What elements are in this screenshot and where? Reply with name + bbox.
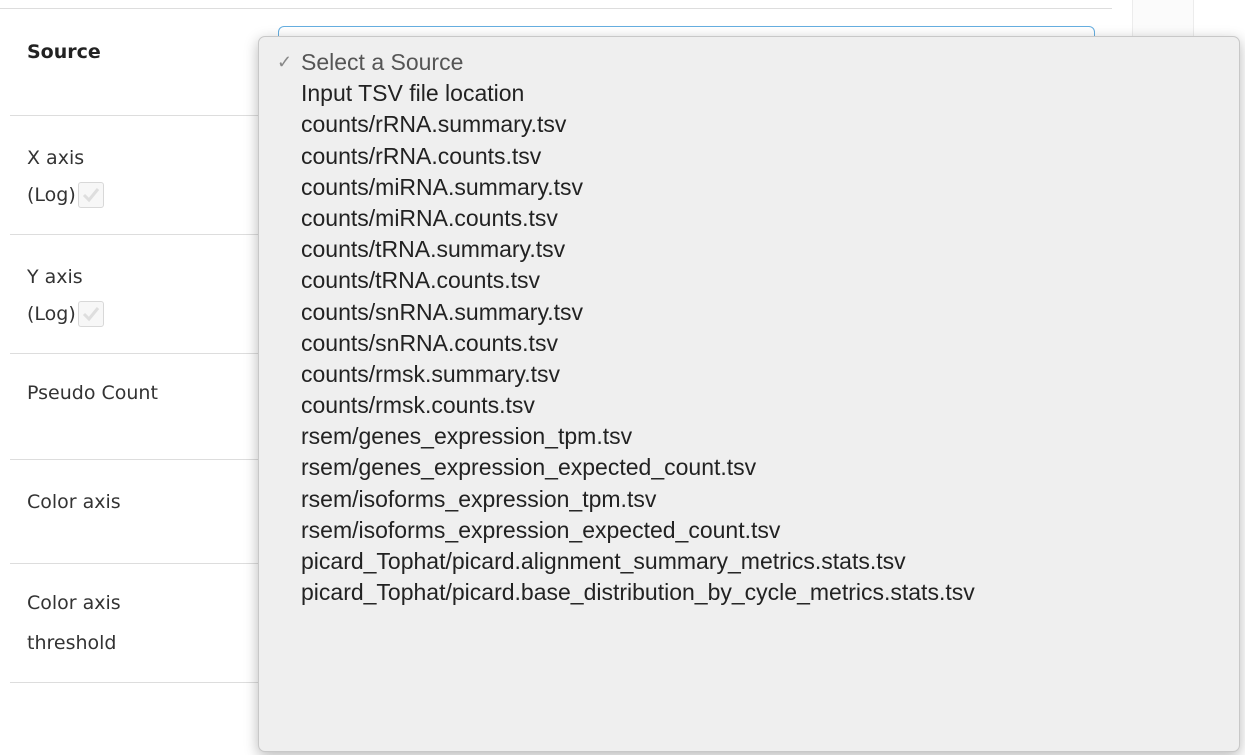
checkmark-icon — [82, 307, 99, 322]
dropdown-option[interactable]: counts/tRNA.summary.tsv — [259, 234, 1239, 265]
dropdown-option[interactable]: counts/rRNA.counts.tsv — [259, 141, 1239, 172]
dropdown-option[interactable]: rsem/isoforms_expression_expected_count.… — [259, 515, 1239, 546]
dropdown-option[interactable]: rsem/genes_expression_expected_count.tsv — [259, 452, 1239, 483]
x-axis-log-checkbox[interactable] — [77, 182, 104, 208]
x-axis-label: X axis — [27, 147, 85, 169]
dropdown-option[interactable]: picard_Tophat/picard.alignment_summary_m… — [259, 546, 1239, 577]
y-axis-log-checkbox[interactable] — [77, 301, 104, 327]
dropdown-option[interactable]: counts/rRNA.summary.tsv — [259, 109, 1239, 140]
dropdown-option-placeholder[interactable]: ✓ Select a Source — [259, 47, 1239, 78]
color-axis-threshold-label: Color axis — [27, 592, 121, 614]
dropdown-option[interactable]: counts/miRNA.counts.tsv — [259, 203, 1239, 234]
x-axis-log-label: (Log) — [27, 184, 76, 206]
dropdown-option[interactable]: counts/tRNA.counts.tsv — [259, 265, 1239, 296]
dropdown-option[interactable]: counts/rmsk.counts.tsv — [259, 390, 1239, 421]
option-label: Select a Source — [301, 49, 464, 75]
source-dropdown-list[interactable]: ✓ Select a Source Input TSV file locatio… — [258, 36, 1240, 752]
color-axis-label: Color axis — [27, 491, 121, 513]
x-axis-log-line: (Log) — [27, 178, 104, 212]
dropdown-option[interactable]: rsem/isoforms_expression_tpm.tsv — [259, 484, 1239, 515]
pseudo-count-label: Pseudo Count — [27, 382, 158, 404]
dropdown-option[interactable]: counts/snRNA.counts.tsv — [259, 328, 1239, 359]
y-axis-label: Y axis — [27, 266, 83, 288]
source-label: Source — [27, 41, 101, 63]
color-axis-threshold-sublabel: threshold — [27, 632, 117, 654]
y-axis-log-label: (Log) — [27, 303, 76, 325]
panel-scrollbar[interactable] — [1132, 0, 1194, 40]
dropdown-option[interactable]: Input TSV file location — [259, 78, 1239, 109]
dropdown-option[interactable]: counts/snRNA.summary.tsv — [259, 297, 1239, 328]
dropdown-option[interactable]: rsem/genes_expression_tpm.tsv — [259, 421, 1239, 452]
dropdown-option[interactable]: picard_Tophat/picard.base_distribution_b… — [259, 577, 1239, 608]
dropdown-option[interactable]: counts/rmsk.summary.tsv — [259, 359, 1239, 390]
y-axis-log-line: (Log) — [27, 297, 104, 331]
checkmark-icon: ✓ — [277, 52, 293, 72]
dropdown-option[interactable]: counts/miRNA.summary.tsv — [259, 172, 1239, 203]
checkmark-icon — [82, 188, 99, 203]
page: Source X axis (Log) Y axis (Log) Pseudo … — [0, 0, 1245, 755]
